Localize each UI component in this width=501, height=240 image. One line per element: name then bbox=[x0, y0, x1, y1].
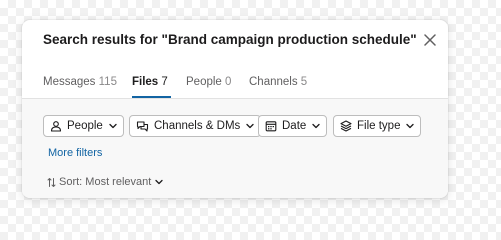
tab-files[interactable]: Files 7 bbox=[132, 76, 168, 88]
panel-header: Search results for "Brand campaign produ… bbox=[22, 20, 448, 66]
result-tabs: Messages 115 Files 7 People 0 Channels 5 bbox=[22, 66, 448, 99]
tab-label: People bbox=[186, 76, 222, 88]
layers-icon bbox=[340, 120, 352, 132]
sort-dropdown[interactable]: Sort: Most relevant bbox=[47, 176, 163, 188]
chat-bubbles-icon bbox=[136, 120, 149, 132]
tab-count: 115 bbox=[98, 76, 117, 88]
tab-messages[interactable]: Messages 115 bbox=[43, 76, 117, 88]
chip-label: Channels & DMs bbox=[154, 120, 241, 132]
tab-label: Channels bbox=[249, 76, 298, 88]
page-title: Search results for "Brand campaign produ… bbox=[43, 32, 417, 47]
filters-section: People Channels & DMs Date File type Mor… bbox=[22, 99, 448, 198]
tab-count: 0 bbox=[225, 76, 232, 88]
close-icon bbox=[424, 34, 436, 46]
tab-label: Messages bbox=[43, 76, 96, 88]
chip-label: File type bbox=[357, 120, 401, 132]
chip-label: Date bbox=[282, 120, 307, 132]
chevron-down-icon bbox=[246, 123, 254, 129]
chevron-down-icon bbox=[109, 123, 117, 129]
tab-people[interactable]: People 0 bbox=[186, 76, 231, 88]
people-filter-button[interactable]: People bbox=[43, 115, 124, 137]
active-tab-indicator bbox=[132, 96, 171, 98]
file-type-filter-button[interactable]: File type bbox=[333, 115, 422, 137]
tab-label: Files bbox=[132, 76, 159, 88]
close-button[interactable] bbox=[420, 30, 440, 50]
tab-channels[interactable]: Channels 5 bbox=[249, 76, 307, 88]
calendar-icon bbox=[265, 120, 277, 132]
channels-dms-filter-button[interactable]: Channels & DMs bbox=[129, 115, 262, 137]
chevron-down-icon bbox=[155, 179, 163, 185]
tab-count: 7 bbox=[161, 76, 168, 88]
sort-arrows-icon bbox=[47, 177, 56, 188]
tab-count: 5 bbox=[300, 76, 308, 88]
chip-label: People bbox=[67, 120, 103, 132]
more-filters-link[interactable]: More filters bbox=[48, 147, 102, 159]
chevron-down-icon bbox=[406, 123, 415, 129]
date-filter-button[interactable]: Date bbox=[258, 115, 328, 137]
search-results-panel: Search results for "Brand campaign produ… bbox=[22, 20, 448, 198]
sort-label: Sort: Most relevant bbox=[59, 176, 152, 188]
person-icon bbox=[50, 120, 62, 132]
chevron-down-icon bbox=[312, 123, 320, 129]
